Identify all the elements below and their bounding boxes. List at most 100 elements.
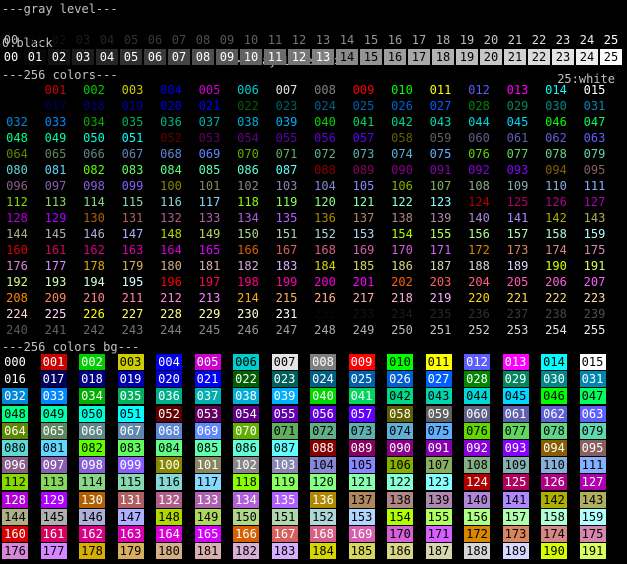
color-fg-cell: 252: [468, 323, 490, 337]
color-fg-cell: 106: [391, 179, 413, 193]
gray-fg-cell: 03: [75, 33, 91, 47]
color-fg-cell: 184: [314, 259, 336, 273]
color-fg-cell: 050: [83, 131, 105, 145]
color-fg-cell: 053: [198, 131, 221, 145]
color-bg-cell: 176: [2, 543, 28, 560]
color-fg-cell: 185: [352, 259, 375, 273]
color-fg-cell: 131: [121, 211, 144, 225]
gray-fg-cell: 07: [171, 33, 187, 47]
color-fg-cell: 111: [583, 179, 606, 193]
color-bg-cell: 009: [348, 354, 375, 370]
color-bg-cell: 040: [310, 388, 336, 405]
color-bg-cell: 074: [387, 422, 413, 439]
color-fg-cell: 020: [160, 99, 182, 113]
color-fg-cell: 061: [506, 131, 529, 145]
color-fg-cell: 207: [583, 275, 606, 289]
gray-bg-cell: 07: [168, 49, 190, 65]
color-fg-cell: 004: [160, 83, 182, 97]
color-bg-cell: 047: [579, 388, 606, 405]
color-bg-cell: 045: [502, 388, 529, 405]
color-fg-cell: 006: [237, 83, 259, 97]
color-fg-cell: 225: [44, 307, 67, 321]
color-fg-cell: 040: [314, 115, 336, 129]
color-fg-cell: 236: [468, 307, 490, 321]
color-fg-cell: 176: [6, 259, 28, 273]
color-bg-cell: 152: [310, 508, 336, 525]
color-fg-cell: 026: [391, 99, 413, 113]
color-fg-cell: 200: [314, 275, 336, 289]
color-fg-cell: 234: [391, 307, 413, 321]
color-fg-cell: 083: [121, 163, 144, 177]
gray-bg-cell: 10: [240, 49, 262, 65]
color-fg-cell: 230: [237, 307, 259, 321]
color-bg-cell: 125: [502, 474, 529, 491]
color-fg-cell: 016: [6, 99, 28, 113]
color-fg-cell: 049: [44, 131, 67, 145]
color-fg-cell: 114: [83, 195, 105, 209]
color-fg-cell: 067: [121, 147, 144, 161]
color-bg-cell: 084: [156, 440, 182, 456]
color-fg-cell: 145: [44, 227, 67, 241]
color-bg-cell: 166: [233, 526, 259, 542]
color-bg-cell: 186: [387, 543, 413, 560]
color-fg-cell: 024: [314, 99, 336, 113]
color-fg-cell: 215: [275, 291, 298, 305]
color-bg-cell: 154: [387, 508, 413, 525]
color-bg-cell: 069: [194, 422, 221, 439]
color-fg-cell: 167: [275, 243, 298, 257]
color-bg-cell: 051: [117, 405, 144, 422]
color-fg-cell: 039: [275, 115, 298, 129]
color-bg-cell: 073: [348, 422, 375, 439]
color-fg-cell: 213: [198, 291, 221, 305]
color-bg-cell: 053: [194, 405, 221, 422]
color-fg-cell: 107: [429, 179, 452, 193]
color-fg-cell: 178: [83, 259, 105, 273]
color-bg-cell: 179: [117, 543, 144, 560]
color-fg-cell: 105: [352, 179, 375, 193]
color-bg-cell: 116: [156, 474, 182, 491]
color-fg-cell: 056: [314, 131, 336, 145]
color-bg-cell: 035: [117, 388, 144, 405]
gray-bg-cell: 18: [432, 49, 454, 65]
color-bg-cell: 055: [271, 405, 298, 422]
color-fg-cell: 037: [198, 115, 221, 129]
gray-bg-cell: 14: [336, 49, 358, 65]
color-fg-cell: 232: [314, 307, 336, 321]
color-fg-cell: 168: [314, 243, 336, 257]
color-fg-cell: 101: [198, 179, 221, 193]
color-fg-cell: 242: [83, 323, 105, 337]
color-bg-cell: 119: [271, 474, 298, 491]
terminal-window[interactable]: ---gray level--- 0:black >>>Gray Level>>…: [0, 0, 627, 564]
color-fg-cell: 094: [545, 163, 567, 177]
color-bg-cell: 137: [348, 491, 375, 508]
gray-bg-cell: 17: [408, 49, 430, 65]
color-fg-cell: 070: [237, 147, 259, 161]
color-fg-cell: 221: [506, 291, 529, 305]
color-fg-cell: 073: [352, 147, 375, 161]
color-bg-cell: 089: [348, 440, 375, 456]
color-bg-cell: 191: [579, 543, 606, 560]
color-bg-cell: 016: [2, 371, 28, 388]
gray-bg-cell: 25: [600, 49, 622, 65]
color-fg-cell: 228: [160, 307, 182, 321]
color-fg-cell: 245: [198, 323, 221, 337]
color-fg-cell: 156: [468, 227, 490, 241]
color-fg-cell: 002: [83, 83, 105, 97]
color-bg-cell: 003: [117, 354, 144, 370]
color-fg-cell: 216: [314, 291, 336, 305]
color-bg-cell: 178: [79, 543, 105, 560]
color-fg-cell: 151: [275, 227, 298, 241]
color-fg-cell: 010: [391, 83, 413, 97]
color-fg-cell: 035: [121, 115, 144, 129]
color-bg-cell: 099: [117, 457, 144, 474]
color-fg-cell: 219: [429, 291, 452, 305]
color-bg-cell: 082: [79, 440, 105, 456]
color-bg-cell: 058: [387, 405, 413, 422]
color-fg-cell: 076: [468, 147, 490, 161]
color-bg-cell: 133: [194, 491, 221, 508]
gray-fg-cell: 04: [99, 33, 115, 47]
color-fg-cell: 217: [352, 291, 375, 305]
color-fg-cell: 023: [275, 99, 298, 113]
color-fg-cell: 180: [160, 259, 182, 273]
color-bg-cell: 182: [233, 543, 259, 560]
